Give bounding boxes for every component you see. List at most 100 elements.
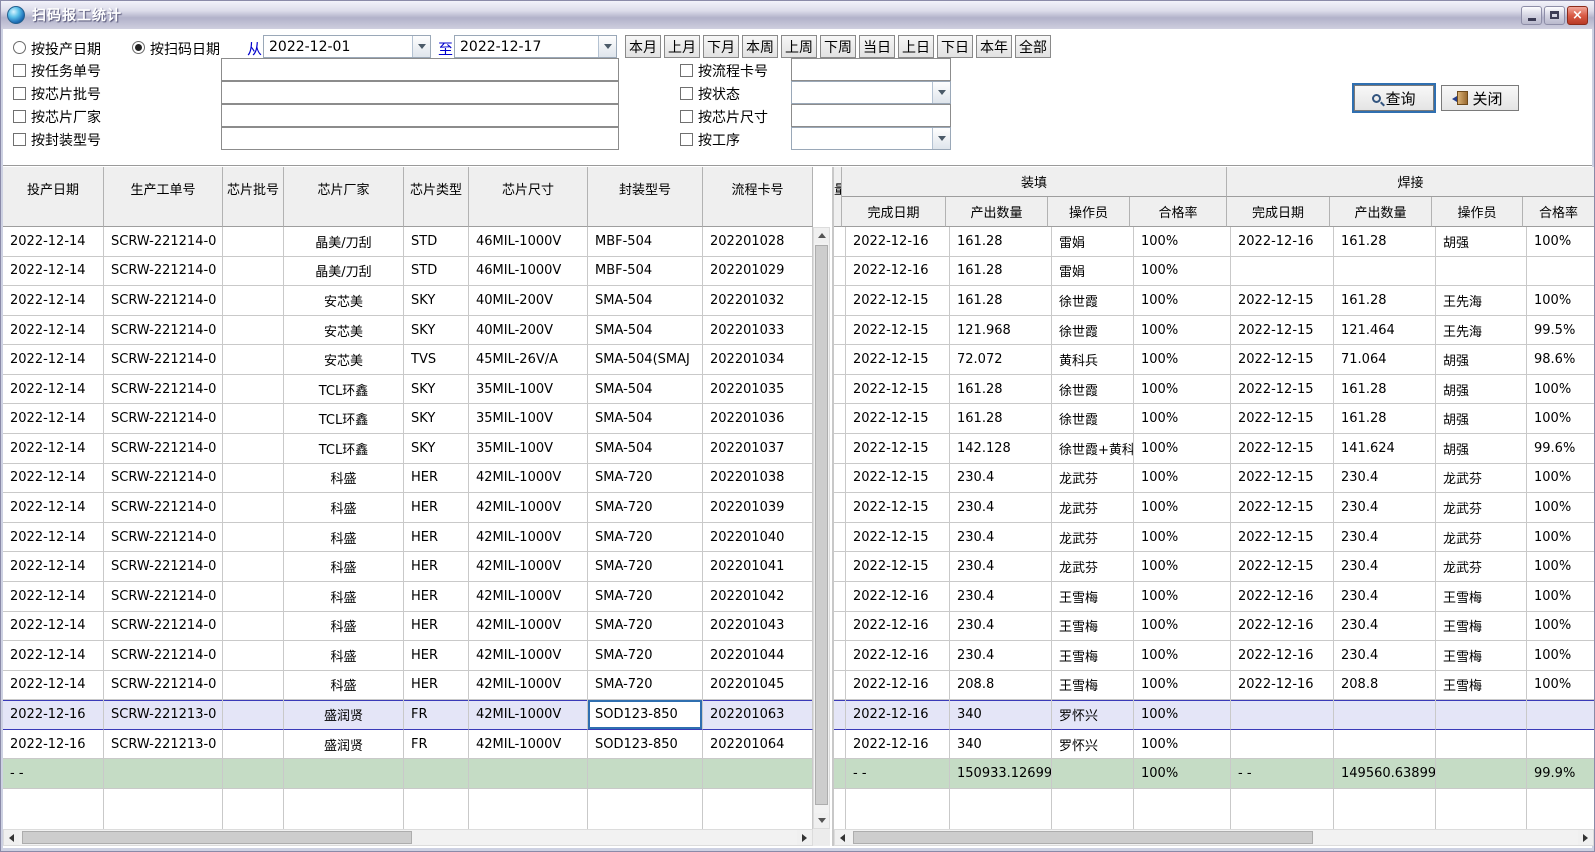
grid-cell[interactable]: 胡强 — [1436, 404, 1527, 434]
grid-cell[interactable]: 2022-12-16 — [3, 730, 104, 760]
grid-cell[interactable]: 2022-12-14 — [3, 552, 104, 582]
grid-cell[interactable]: 安芯美 — [284, 316, 404, 346]
grid-cell[interactable]: 202201064 — [703, 730, 813, 760]
table-row[interactable]: 2022-12-14SCRW-221214-0TCL环鑫SKY35MIL-100… — [3, 375, 813, 405]
grid-cell[interactable]: 161.28 — [950, 286, 1052, 316]
grid-cell[interactable]: SMA-504 — [588, 404, 703, 434]
grid-cell[interactable]: 2022-12-15 — [846, 434, 950, 464]
grid-cell[interactable]: FR — [404, 730, 469, 760]
grid-cell[interactable]: 2022-12-16 — [3, 700, 104, 730]
grid-cell[interactable]: SCRW-221214-0 — [104, 286, 223, 316]
quick-date-button-11[interactable]: 全部 — [1015, 35, 1051, 58]
grid-cell[interactable]: 202201040 — [703, 523, 813, 553]
grid-cell[interactable]: 胡强 — [1436, 375, 1527, 405]
grid-cell[interactable]: 2022-12-14 — [3, 641, 104, 671]
grid-cell[interactable] — [223, 759, 284, 789]
grid-cell[interactable]: 2022-12-15 — [1231, 434, 1334, 464]
grid-cell[interactable]: SCRW-221214-0 — [104, 464, 223, 494]
from-date-dropdown-icon[interactable] — [412, 36, 430, 57]
table-row[interactable]: 2022-12-14SCRW-221214-0晶美/刀刮STD46MIL-100… — [3, 257, 813, 287]
grid-cell[interactable]: SMA-720 — [588, 523, 703, 553]
grid-cell[interactable]: 龙武芬 — [1436, 493, 1527, 523]
grid-cell[interactable] — [588, 759, 703, 789]
grid-cell[interactable] — [469, 759, 588, 789]
checkbox-按芯片尺寸[interactable] — [680, 110, 693, 123]
grid-cell[interactable] — [1052, 759, 1134, 789]
table-row[interactable]: 2022-12-14SCRW-221214-0TCL环鑫SKY35MIL-100… — [3, 434, 813, 464]
grid-cell[interactable]: TCL环鑫 — [284, 434, 404, 464]
grid-cell[interactable]: 徐世霞+黄科兵 — [1052, 434, 1134, 464]
scroll-up-icon[interactable] — [814, 228, 829, 243]
grid-cell[interactable]: 208.8 — [1334, 671, 1436, 701]
grid-cell[interactable]: SCRW-221214-0 — [104, 523, 223, 553]
grid-cell[interactable]: 2022-12-14 — [3, 612, 104, 642]
grid-cell[interactable]: 2022-12-16 — [846, 612, 950, 642]
table-row[interactable]: 2022-12-1572.072黄科兵100%2022-12-1571.064胡… — [834, 345, 1594, 375]
grid-cell[interactable]: 161.28 — [1334, 227, 1436, 257]
table-row[interactable]: 2022-12-16340罗怀兴100% — [834, 700, 1594, 730]
checkbox-按芯片厂家[interactable] — [13, 110, 26, 123]
grid-cell[interactable]: SMA-720 — [588, 641, 703, 671]
from-date-combo[interactable]: 2022-12-01 — [263, 35, 431, 58]
grid-cell[interactable]: SCRW-221214-0 — [104, 641, 223, 671]
grid-cell[interactable]: 2022-12-16 — [846, 227, 950, 257]
grid-cell[interactable] — [834, 552, 846, 582]
table-row[interactable]: 2022-12-14SCRW-221214-0科盛HER42MIL-1000VS… — [3, 641, 813, 671]
grid-cell[interactable]: MBF-504 — [588, 227, 703, 257]
grid-cell[interactable]: 230.4 — [950, 552, 1052, 582]
grid-cell[interactable]: 2022-12-15 — [846, 286, 950, 316]
grid-cell[interactable]: 230.4 — [950, 612, 1052, 642]
grid-cell[interactable]: 胡强 — [1436, 227, 1527, 257]
quick-date-button-9[interactable]: 下日 — [937, 35, 973, 58]
grid-cell[interactable]: TCL环鑫 — [284, 375, 404, 405]
grid-cell[interactable]: SCRW-221214-0 — [104, 493, 223, 523]
grid-cell[interactable]: 安芯美 — [284, 345, 404, 375]
grid-cell[interactable] — [223, 434, 284, 464]
grid-cell[interactable]: 2022-12-15 — [1231, 523, 1334, 553]
grid-cell[interactable]: 202201034 — [703, 345, 813, 375]
grid-cell[interactable]: 230.4 — [950, 493, 1052, 523]
grid-cell[interactable]: 科盛 — [284, 671, 404, 701]
table-row[interactable]: 2022-12-16161.28雷娟100% — [834, 257, 1594, 287]
grid-cell[interactable]: 72.072 — [950, 345, 1052, 375]
grid-cell[interactable]: 100% — [1134, 700, 1231, 730]
grid-cell[interactable]: 161.28 — [950, 257, 1052, 287]
table-row[interactable]: 2022-12-15230.4龙武芬100%2022-12-15230.4龙武芬… — [834, 464, 1594, 494]
grid-cell[interactable]: 230.4 — [950, 582, 1052, 612]
grid-cell[interactable]: HER — [404, 671, 469, 701]
grid-cell[interactable]: 2022-12-14 — [3, 375, 104, 405]
sub-column-header-7[interactable]: 操作员 — [1432, 197, 1523, 227]
grid-cell[interactable]: 42MIL-1000V — [469, 671, 588, 701]
maximize-button[interactable] — [1544, 6, 1565, 25]
grid-cell[interactable]: SCRW-221214-0 — [104, 552, 223, 582]
grid-cell[interactable]: 35MIL-100V — [469, 434, 588, 464]
grid-cell[interactable]: 徐世霞 — [1052, 286, 1134, 316]
grid-cell[interactable]: 雷娟 — [1052, 257, 1134, 287]
checkbox-按流程卡号[interactable] — [680, 64, 693, 77]
grid-cell[interactable]: 盛润贤 — [284, 700, 404, 730]
filter-text-input[interactable] — [221, 58, 619, 81]
grid-cell[interactable]: 99.6% — [1527, 434, 1594, 464]
quick-date-button-4[interactable]: 本周 — [742, 35, 778, 58]
checkbox-按工序[interactable] — [680, 133, 693, 146]
grid-cell[interactable]: SKY — [404, 375, 469, 405]
grid-cell[interactable]: 2022-12-15 — [846, 552, 950, 582]
grid-cell[interactable]: 141.624 — [1334, 434, 1436, 464]
grid-cell[interactable]: HER — [404, 552, 469, 582]
grid-cell[interactable] — [1334, 257, 1436, 287]
grid-cell[interactable]: 100% — [1134, 257, 1231, 287]
filter-text-input[interactable] — [791, 104, 951, 127]
grid-cell[interactable]: 龙武芬 — [1052, 493, 1134, 523]
grid-cell[interactable] — [834, 286, 846, 316]
grid-cell[interactable]: 42MIL-1000V — [469, 730, 588, 760]
grid-cell[interactable]: 99.5% — [1527, 316, 1594, 346]
grid-cell[interactable]: 42MIL-1000V — [469, 641, 588, 671]
grid-cell[interactable] — [223, 641, 284, 671]
grid-cell[interactable]: 100% — [1527, 286, 1594, 316]
quick-date-button-3[interactable]: 下月 — [703, 35, 739, 58]
checkbox-按任务单号[interactable] — [13, 64, 26, 77]
grid-cell[interactable]: 2022-12-16 — [846, 730, 950, 760]
grid-cell[interactable]: - - — [846, 759, 950, 789]
grid-cell[interactable] — [834, 612, 846, 642]
filter-text-input[interactable] — [221, 104, 619, 127]
